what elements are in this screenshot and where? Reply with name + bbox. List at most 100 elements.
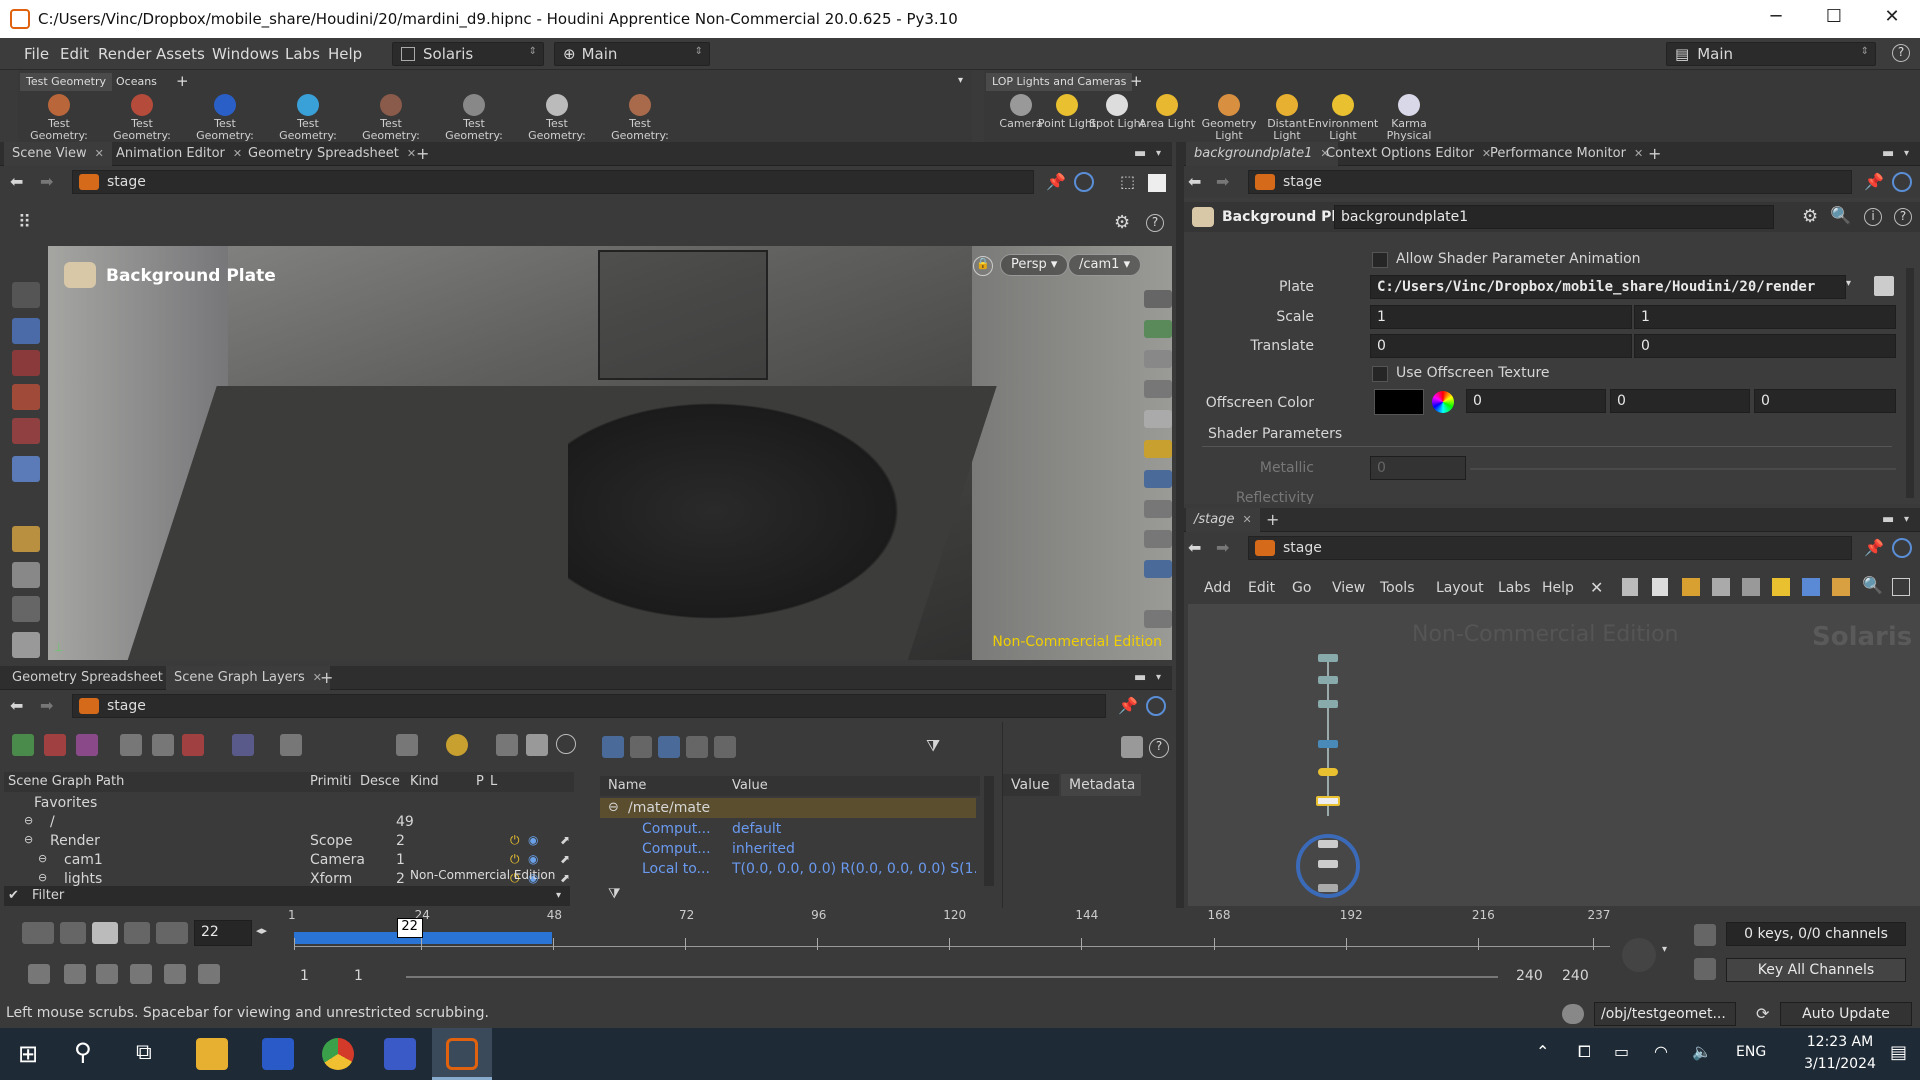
chevron-down-icon[interactable]: ▾ (1662, 944, 1667, 955)
ticks-icon[interactable] (164, 964, 186, 984)
range-slider[interactable] (406, 976, 1498, 978)
offscreen-color-r-field[interactable]: 0 (1466, 389, 1606, 413)
language-indicator[interactable]: ENG (1736, 1044, 1766, 1060)
record-icon[interactable] (44, 734, 66, 756)
filter-icon[interactable]: ⧩ (926, 736, 940, 756)
volume-icon[interactable]: 🔈 (1692, 1042, 1712, 1061)
clock-time[interactable]: 12:23 AM (1800, 1034, 1880, 1050)
network-menu-layout[interactable]: Layout (1436, 580, 1484, 596)
link-icon[interactable] (1146, 696, 1166, 716)
info-icon[interactable] (152, 734, 174, 756)
image-icon[interactable] (1742, 578, 1760, 596)
snap-icon[interactable] (1144, 320, 1172, 338)
list-icon[interactable] (1652, 578, 1668, 596)
collapse-icon[interactable]: ⊖ (608, 800, 619, 815)
forward-arrow-icon[interactable]: ➡ (40, 696, 53, 715)
range-start-field[interactable]: 1 (300, 968, 309, 984)
windows-start-icon[interactable]: ⊞ (18, 1040, 38, 1068)
cube-icon[interactable]: ⬚ (1120, 172, 1135, 191)
menu-windows[interactable]: Windows (212, 45, 279, 63)
key-all-channels-button[interactable]: Key All Channels (1726, 958, 1906, 982)
scene-graph-row[interactable]: ⊖ Render Scope 2 ⏻ ◉ ⬈ (4, 832, 574, 851)
chrome-icon[interactable] (322, 1038, 354, 1070)
keys-channels-field[interactable]: 0 keys, 0/0 channels (1726, 922, 1906, 946)
color-swatch[interactable] (1374, 389, 1424, 415)
notification-icon[interactable]: ▤ (1890, 1042, 1907, 1063)
houdini-icon[interactable] (446, 1038, 478, 1070)
scene-graph-row[interactable]: ⊖ / 49 (4, 813, 574, 832)
key-search-icon[interactable] (1622, 938, 1656, 972)
back-arrow-icon[interactable]: ⬅ (10, 172, 23, 191)
metallic-slider[interactable] (1470, 468, 1896, 470)
expand-toggle-icon[interactable]: ⊖ (24, 814, 33, 827)
expand-toggle-icon[interactable]: ⊖ (38, 871, 47, 884)
tab-geometry-spreadsheet[interactable]: Geometry Spreadsheet✕ (4, 666, 188, 690)
list-view-icon[interactable] (630, 736, 652, 758)
allow-anim-checkbox[interactable] (1372, 252, 1388, 268)
save-icon[interactable] (526, 734, 548, 756)
color-wheel-icon[interactable] (1432, 391, 1454, 413)
launcher-icon[interactable] (262, 1038, 294, 1070)
desktop-select[interactable]: Solaris ⇕ (392, 42, 544, 66)
viewport-3d[interactable]: Background Plate 🔒 Persp ▾ /cam1 ▾ Non-C… (48, 246, 1172, 660)
stop-icon[interactable] (92, 922, 118, 944)
gear-icon[interactable]: ⚙ (1114, 212, 1130, 233)
add-tab-icon[interactable]: + (312, 664, 341, 688)
pin-icon[interactable]: 📌 (1864, 172, 1884, 191)
tree-view-icon[interactable] (602, 736, 624, 758)
mask-icon[interactable] (76, 734, 98, 756)
active-toggle-icon[interactable]: ⏻ (510, 833, 520, 848)
translate-y-field[interactable]: 0 (1634, 334, 1896, 358)
back-arrow-icon[interactable]: ⬅ (1188, 538, 1201, 557)
range-icon[interactable] (198, 964, 220, 984)
move-tool-icon[interactable] (12, 350, 40, 376)
chevron-down-icon[interactable]: ▾ (1846, 278, 1851, 289)
task-view-icon[interactable]: ⧉ (136, 1040, 152, 1065)
network-menu-view[interactable]: View (1332, 580, 1365, 596)
help-icon[interactable] (556, 734, 576, 754)
shelf-tab-test-geometry[interactable]: Test Geometry (20, 73, 113, 91)
add-tab-icon[interactable]: + (1640, 140, 1669, 164)
link-icon[interactable] (1074, 172, 1094, 192)
bulb-icon[interactable] (1144, 470, 1172, 488)
meet-icon[interactable]: ⧠ (1578, 1042, 1591, 1062)
lights-tool[interactable]: Environment Light (1308, 94, 1378, 142)
shelf-tab-oceans[interactable]: Oceans (110, 73, 163, 91)
menu-help[interactable]: Help (328, 45, 362, 63)
pane-menu-icon[interactable]: ▾ (1896, 144, 1917, 168)
menu-render[interactable]: Render (98, 45, 151, 63)
tab-performance-monitor[interactable]: Performance Monitor ✕ (1482, 142, 1651, 166)
play-icon[interactable] (124, 922, 150, 944)
menu-file[interactable]: File (24, 45, 49, 63)
paint-tool-icon[interactable] (12, 562, 40, 588)
info-icon[interactable]: i (1864, 208, 1882, 226)
timeline-track[interactable]: 1 24 48 72 96 120 144 168 192 216 237 22 (288, 908, 1610, 950)
clock-date[interactable]: 3/11/2024 (1800, 1056, 1880, 1072)
gear-icon[interactable] (496, 734, 518, 756)
persp-menu[interactable]: Persp ▾ (1000, 254, 1069, 276)
menu-labs[interactable]: Labs (285, 45, 320, 63)
help-icon[interactable]: ? (1149, 738, 1169, 758)
search-icon[interactable]: 🔍 (1862, 576, 1883, 596)
tiles-icon[interactable] (1712, 578, 1730, 596)
view-tool-icon[interactable] (12, 318, 40, 344)
lock-camera-icon[interactable]: 🔒 (973, 256, 993, 276)
columns-icon[interactable] (658, 736, 680, 758)
property-row[interactable]: Comput... default (600, 820, 976, 840)
network-menu-help[interactable]: Help (1542, 580, 1574, 596)
scale-tool-icon[interactable] (12, 418, 40, 444)
network-node[interactable] (1318, 768, 1338, 776)
playhead-marker[interactable]: 22 (396, 918, 423, 938)
layers-icon[interactable] (1144, 610, 1172, 628)
expand-toggle-icon[interactable]: ⊖ (24, 833, 33, 846)
metallic-field[interactable]: 0 (1370, 456, 1466, 480)
add-shelf-tab-icon[interactable]: + (1124, 70, 1149, 90)
gear-icon[interactable]: ⚙ (1802, 206, 1818, 227)
jump-start-icon[interactable] (22, 922, 54, 944)
forward-arrow-icon[interactable]: ➡ (40, 172, 53, 191)
lock-icon[interactable] (1144, 350, 1172, 368)
audio-icon[interactable] (64, 964, 86, 984)
range-start2-field[interactable]: 1 (354, 968, 363, 984)
pane-menu-icon[interactable]: ▾ (1896, 510, 1917, 534)
user-light-icon[interactable] (1144, 530, 1172, 548)
